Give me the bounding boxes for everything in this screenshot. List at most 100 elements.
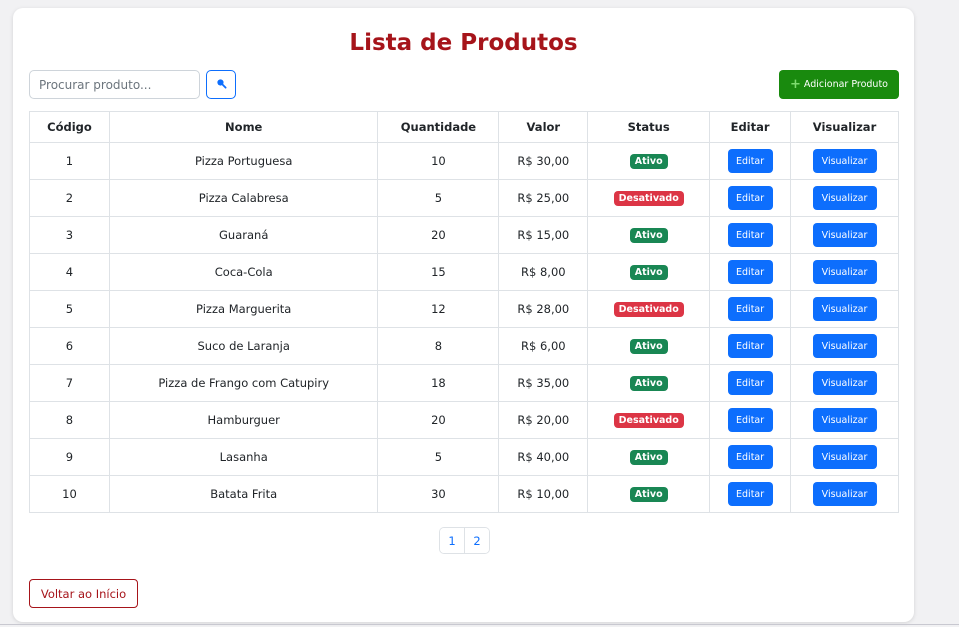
- search-input[interactable]: [29, 70, 200, 99]
- view-button[interactable]: Visualizar: [812, 445, 877, 469]
- view-cell: Visualizar: [790, 142, 899, 180]
- edit-button[interactable]: Editar: [727, 223, 773, 247]
- product-name-cell: Batata Frita: [108, 475, 379, 513]
- table-row: 4 Coca-Cola 15 R$ 8,00 Ativo Editar Visualizar: [29, 253, 899, 291]
- product-status-cell: Ativo: [587, 216, 711, 254]
- product-code-cell: 10: [29, 475, 110, 513]
- status-badge: Ativo: [629, 375, 668, 392]
- product-value-cell: R$ 28,00: [498, 290, 589, 328]
- bottom-divider: [0, 624, 959, 625]
- edit-button[interactable]: Editar: [727, 297, 773, 321]
- page-link-2[interactable]: 2: [464, 528, 489, 553]
- product-status-cell: Desativado: [587, 290, 711, 328]
- edit-cell: Editar: [709, 216, 792, 254]
- view-button[interactable]: Visualizar: [812, 482, 877, 506]
- page-link-1[interactable]: 1: [440, 528, 464, 553]
- table-body: 1 Pizza Portuguesa 10 R$ 30,00 Ativo Editar Vi…: [29, 142, 899, 513]
- view-cell: Visualizar: [790, 253, 899, 291]
- view-cell: Visualizar: [790, 364, 899, 402]
- product-value-cell: R$ 6,00: [498, 327, 589, 365]
- edit-cell: Editar: [709, 401, 792, 439]
- product-status-cell: Ativo: [587, 327, 711, 365]
- product-quantity-cell: 15: [377, 253, 500, 291]
- view-button[interactable]: Visualizar: [812, 334, 877, 358]
- view-button[interactable]: Visualizar: [812, 149, 877, 173]
- product-code-cell: 9: [29, 438, 110, 476]
- product-name-cell: Pizza Marguerita: [108, 290, 379, 328]
- table-row: 8 Hamburguer 20 R$ 20,00 Desativado Editar Vis…: [29, 401, 899, 439]
- product-code-cell: 5: [29, 290, 110, 328]
- column-header: Valor: [498, 111, 589, 143]
- column-header: Código: [29, 111, 110, 143]
- add-product-button[interactable]: + Adicionar Produto: [779, 70, 899, 99]
- column-header: Editar: [709, 111, 792, 143]
- view-button[interactable]: Visualizar: [812, 186, 877, 210]
- product-code-cell: 3: [29, 216, 110, 254]
- column-header: Nome: [108, 111, 379, 143]
- product-quantity-cell: 30: [377, 475, 500, 513]
- edit-button[interactable]: Editar: [727, 445, 773, 469]
- product-quantity-cell: 10: [377, 142, 500, 180]
- product-value-cell: R$ 10,00: [498, 475, 589, 513]
- product-value-cell: R$ 35,00: [498, 364, 589, 402]
- product-value-cell: R$ 25,00: [498, 179, 589, 217]
- edit-button[interactable]: Editar: [727, 186, 773, 210]
- column-header: Status: [587, 111, 711, 143]
- back-to-home-button[interactable]: Voltar ao Início: [29, 579, 138, 608]
- product-status-cell: Desativado: [587, 179, 711, 217]
- product-name-cell: Coca-Cola: [108, 253, 379, 291]
- table-row: 10 Batata Frita 30 R$ 10,00 Ativo Editar Visua…: [29, 475, 899, 513]
- table-row: 1 Pizza Portuguesa 10 R$ 30,00 Ativo Editar Vi…: [29, 142, 899, 180]
- view-cell: Visualizar: [790, 475, 899, 513]
- product-status-cell: Ativo: [587, 475, 711, 513]
- view-cell: Visualizar: [790, 290, 899, 328]
- column-header: Visualizar: [790, 111, 899, 143]
- products-table: Código Nome Quantidade Valor Status Editar Vis…: [29, 111, 899, 513]
- product-value-cell: R$ 15,00: [498, 216, 589, 254]
- edit-cell: Editar: [709, 327, 792, 365]
- edit-cell: Editar: [709, 364, 792, 402]
- table-row: 2 Pizza Calabresa 5 R$ 25,00 Desativado Edita…: [29, 179, 899, 217]
- add-product-label: Adicionar Produto: [803, 79, 888, 90]
- product-value-cell: R$ 20,00: [498, 401, 589, 439]
- view-button[interactable]: Visualizar: [812, 371, 877, 395]
- view-button[interactable]: Visualizar: [812, 297, 877, 321]
- product-quantity-cell: 12: [377, 290, 500, 328]
- product-value-cell: R$ 40,00: [498, 438, 589, 476]
- product-quantity-cell: 18: [377, 364, 500, 402]
- table-row: 3 Guaraná 20 R$ 15,00 Ativo Editar Visualizar: [29, 216, 899, 254]
- product-name-cell: Hamburguer: [108, 401, 379, 439]
- edit-button[interactable]: Editar: [727, 482, 773, 506]
- product-status-cell: Ativo: [587, 142, 711, 180]
- status-badge: Desativado: [613, 301, 684, 318]
- product-code-cell: 4: [29, 253, 110, 291]
- view-button[interactable]: Visualizar: [812, 260, 877, 284]
- edit-button[interactable]: Editar: [727, 334, 773, 358]
- product-status-cell: Desativado: [587, 401, 711, 439]
- edit-button[interactable]: Editar: [727, 371, 773, 395]
- edit-button[interactable]: Editar: [727, 149, 773, 173]
- view-cell: Visualizar: [790, 216, 899, 254]
- edit-cell: Editar: [709, 253, 792, 291]
- status-badge: Ativo: [629, 153, 668, 170]
- product-name-cell: Guaraná: [108, 216, 379, 254]
- edit-button[interactable]: Editar: [727, 260, 773, 284]
- table-row: 9 Lasanha 5 R$ 40,00 Ativo Editar Visualizar: [29, 438, 899, 476]
- edit-cell: Editar: [709, 290, 792, 328]
- edit-button[interactable]: Editar: [727, 408, 773, 432]
- status-badge: Ativo: [629, 227, 668, 244]
- product-name-cell: Suco de Laranja: [108, 327, 379, 365]
- view-cell: Visualizar: [790, 327, 899, 365]
- product-quantity-cell: 20: [377, 401, 500, 439]
- view-cell: Visualizar: [790, 401, 899, 439]
- product-code-cell: 1: [29, 142, 110, 180]
- edit-cell: Editar: [709, 142, 792, 180]
- product-quantity-cell: 5: [377, 438, 500, 476]
- table-row: 6 Suco de Laranja 8 R$ 6,00 Ativo Editar Visua…: [29, 327, 899, 365]
- view-button[interactable]: Visualizar: [812, 223, 877, 247]
- status-badge: Ativo: [629, 449, 668, 466]
- search-button[interactable]: [206, 70, 236, 99]
- view-cell: Visualizar: [790, 179, 899, 217]
- table-row: 7 Pizza de Frango com Catupiry 18 R$ 35,00 A…: [29, 364, 899, 402]
- view-button[interactable]: Visualizar: [812, 408, 877, 432]
